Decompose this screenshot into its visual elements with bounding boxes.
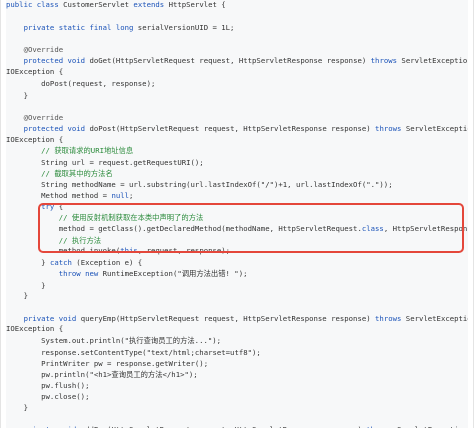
code-line: private static final long serialVersionU…: [6, 22, 235, 34]
code-line: IOException {: [6, 323, 63, 335]
code-token: // 获取请求的URI地址信息: [6, 146, 134, 155]
code-token: }: [6, 403, 28, 412]
highlight-annotation-box: [38, 203, 464, 253]
code-token: private static final long: [6, 23, 138, 32]
code-token: IOException {: [6, 67, 64, 76]
code-token: IOException {: [6, 135, 64, 144]
code-line: }: [6, 402, 28, 414]
code-token: pw.println("<h1>查询员工的方法</h1>");: [6, 370, 198, 379]
code-line: public class CustomerServlet extends Htt…: [6, 0, 226, 11]
code-token: ServletException,: [405, 314, 468, 323]
code-token: public class: [6, 0, 64, 9]
code-token: doGet(HttpServletRequest request, HttpSe…: [89, 56, 371, 65]
code-line: protected void doGet(HttpServletRequest …: [6, 55, 468, 67]
code-token: Method method =: [6, 191, 112, 200]
code-token: serialVersionUID = 1L;: [137, 23, 235, 32]
code-token: CustomerServlet: [63, 0, 134, 9]
code-token: ServletException,: [401, 56, 468, 65]
code-token: doPost(request, response);: [6, 79, 156, 88]
code-token: ServletException,: [405, 124, 468, 133]
code-token: null: [111, 191, 130, 200]
code-token: (Exception e) {: [76, 258, 143, 267]
code-token: String url = request.getRequestURI();: [6, 158, 204, 167]
code-token: }: [6, 291, 28, 300]
code-token: response.setContentType("text/html;chars…: [6, 348, 261, 357]
code-token: }: [6, 91, 28, 100]
code-token: pw.flush();: [6, 381, 90, 390]
code-line: throw new RuntimeException("调用方法出错! ");: [6, 268, 248, 280]
code-token: @Override: [6, 45, 64, 54]
code-token: }: [6, 281, 46, 290]
code-line: }: [6, 290, 28, 302]
code-line: doPost(request, response);: [6, 78, 155, 90]
code-token: pw.close();: [6, 392, 90, 401]
code-line: }: [6, 90, 28, 102]
code-token: HttpServlet {: [168, 0, 226, 9]
code-token: IOException {: [6, 324, 64, 333]
code-line: protected void doPost(HttpServletRequest…: [6, 123, 468, 135]
code-token: throw new: [6, 269, 103, 278]
code-token: catch: [49, 258, 77, 267]
code-line: private void addEmp(HttpServletRequest r…: [6, 424, 468, 428]
code-line: private void queryEmp(HttpServletRequest…: [6, 313, 468, 325]
code-token: }: [6, 258, 50, 267]
code-line: IOException {: [6, 66, 63, 78]
code-token: throws: [370, 56, 402, 65]
code-token: // 截取其中的方法名: [6, 169, 113, 178]
code-token: protected void: [6, 56, 90, 65]
code-token: throws: [375, 314, 406, 323]
code-token: String methodName = url.substring(url.la…: [6, 180, 393, 189]
code-token: doPost(HttpServletRequest request, HttpS…: [89, 124, 376, 133]
code-token: RuntimeException("调用方法出错! ");: [102, 269, 248, 278]
code-line: // 获取请求的URI地址信息: [6, 145, 133, 157]
code-token: private void: [6, 314, 81, 323]
code-token: @Override: [6, 113, 64, 122]
code-token: queryEmp(HttpServletRequest request, Htt…: [80, 314, 376, 323]
code-token: System.out.println("执行查询员工的方法...");: [6, 336, 222, 345]
code-token: ;: [129, 191, 134, 200]
code-token: PrintWriter pw = response.getWriter();: [6, 359, 209, 368]
code-token: protected void: [6, 124, 90, 133]
code-line: System.out.println("执行查询员工的方法...");: [6, 335, 221, 347]
code-token: extends: [133, 0, 169, 9]
code-token: throws: [375, 124, 406, 133]
